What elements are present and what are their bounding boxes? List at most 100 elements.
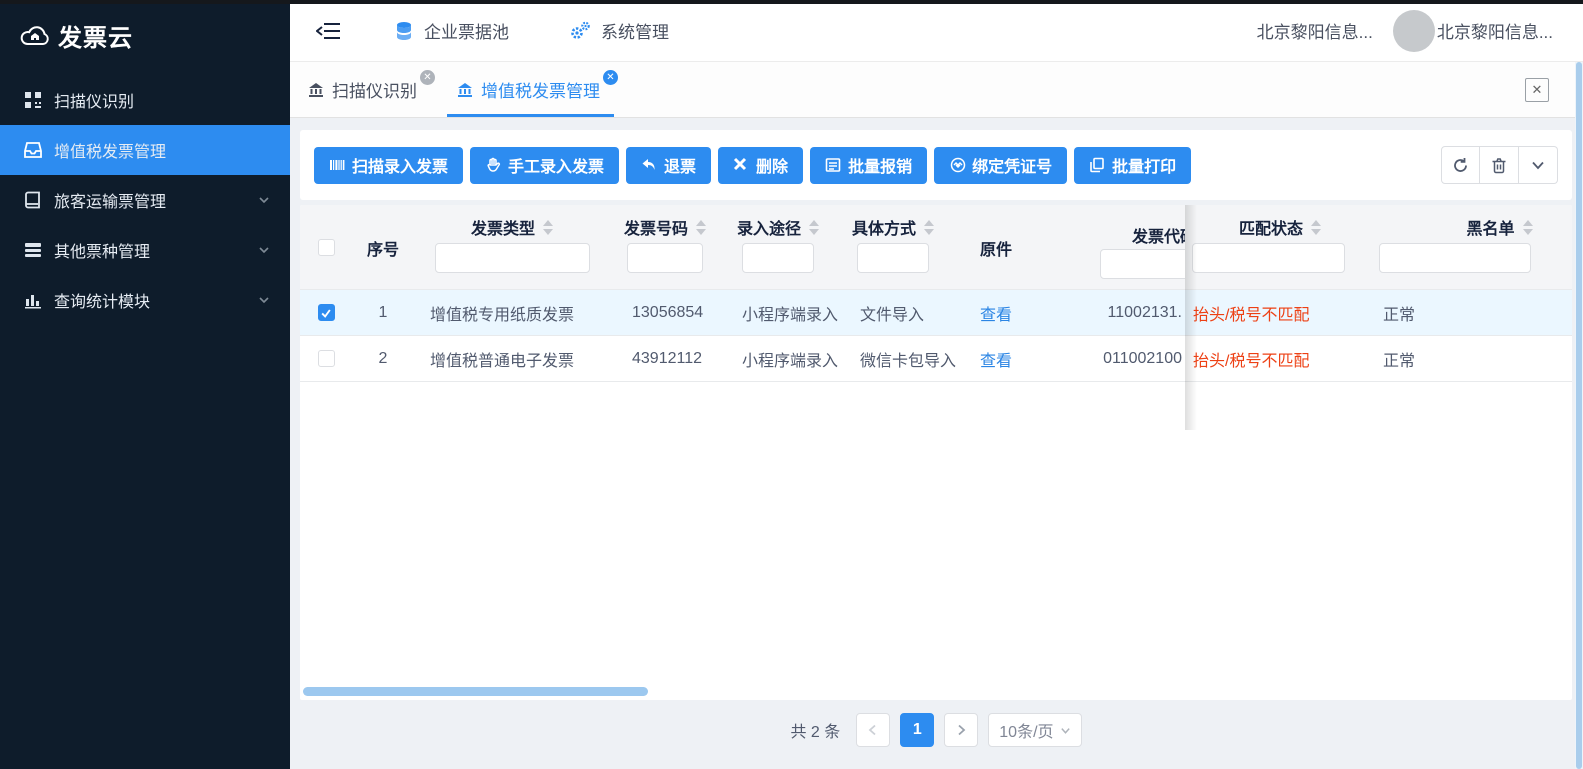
chevron-down-icon: [258, 194, 270, 206]
more-columns-dropdown[interactable]: [1519, 146, 1558, 184]
cell-entry-method: 文件导入: [836, 290, 950, 335]
button-label: 扫描录入发票: [352, 153, 448, 177]
filter-entry-channel-input[interactable]: [742, 243, 814, 273]
view-original-link[interactable]: 查看: [980, 347, 1012, 371]
cell-invoice-type: 增值税专用纸质发票: [414, 290, 610, 335]
filter-invoice-number-input[interactable]: [627, 243, 703, 273]
view-original-link[interactable]: 查看: [980, 301, 1012, 325]
book-icon: [24, 191, 42, 209]
sidebar-item-label: 查询统计模块: [54, 288, 246, 312]
sidebar-menu: 扫描仪识别 增值税发票管理 旅客运输票管理 其他票种管理: [0, 75, 290, 325]
close-all-tabs-icon[interactable]: ✕: [1525, 78, 1549, 102]
chevron-down-icon: [1060, 725, 1071, 736]
trash-button[interactable]: [1480, 146, 1519, 184]
sidebar-item-query-statistics[interactable]: 查询统计模块: [0, 275, 290, 325]
gears-icon: [569, 21, 591, 41]
tab-close-icon[interactable]: ✕: [603, 70, 618, 85]
copy-pages-icon: [1089, 157, 1105, 173]
sort-icon[interactable]: [1311, 220, 1321, 235]
column-label: 发票号码: [624, 215, 688, 239]
row-checkbox[interactable]: [318, 350, 335, 367]
prev-page-button[interactable]: [856, 713, 890, 747]
sidebar-item-vat-invoice-management[interactable]: 增值税发票管理: [0, 125, 290, 175]
chevron-down-icon: [258, 244, 270, 256]
bind-voucher-button[interactable]: 绑定凭证号: [934, 147, 1067, 184]
delete-button[interactable]: 删除: [718, 147, 803, 184]
bank-icon: [457, 82, 473, 98]
header-menu-system-management[interactable]: 系统管理: [569, 18, 669, 43]
sidebar-item-passenger-transport[interactable]: 旅客运输票管理: [0, 175, 290, 225]
pagination: 共 2 条 1 10条/页: [300, 708, 1572, 752]
sort-icon[interactable]: [696, 220, 706, 235]
hand-icon: [485, 157, 501, 173]
form-list-icon: [825, 157, 841, 173]
button-label: 删除: [756, 153, 788, 177]
cell-match-status: 抬头/税号不匹配: [1185, 336, 1375, 381]
refund-button[interactable]: 退票: [626, 147, 711, 184]
page-number-button[interactable]: 1: [900, 713, 934, 747]
refresh-button[interactable]: [1441, 146, 1480, 184]
vertical-scrollbar-thumb[interactable]: [1576, 62, 1582, 769]
window-top-edge: [0, 0, 1583, 4]
company-name[interactable]: 北京黎阳信息...: [1257, 18, 1373, 43]
sidebar-item-other-tickets[interactable]: 其他票种管理: [0, 225, 290, 275]
table-row[interactable]: 1 增值税专用纸质发票 13056854 小程序端录入 文件导入 查看 1100…: [300, 290, 1572, 336]
column-label: 具体方式: [852, 215, 916, 239]
cell-invoice-code: 11002131.: [1042, 290, 1185, 335]
sort-icon[interactable]: [924, 220, 934, 235]
row-checkbox[interactable]: [318, 304, 335, 321]
sort-icon[interactable]: [809, 220, 819, 235]
sort-icon[interactable]: [543, 220, 553, 235]
sidebar-collapse-icon[interactable]: [316, 20, 342, 42]
cell-invoice-number: 43912112: [610, 336, 720, 381]
vertical-scrollbar: [1575, 62, 1583, 769]
invoice-table: 序号 发票类型 发票号码 录入途径 具体方式: [300, 205, 1572, 700]
cell-match-status: 抬头/税号不匹配: [1185, 290, 1375, 335]
undo-arrow-icon: [641, 157, 657, 173]
tab-label: 扫描仪识别: [332, 77, 417, 102]
tab-vat-invoice-management[interactable]: 增值税发票管理 ✕: [439, 62, 622, 117]
chevron-down-icon: [258, 294, 270, 306]
column-entry-method: 具体方式: [836, 205, 950, 289]
column-blacklist: 黑名单: [1375, 205, 1572, 289]
tab-close-icon[interactable]: ✕: [420, 70, 435, 85]
button-label: 退票: [664, 153, 696, 177]
column-label: 序号: [367, 236, 399, 260]
batch-reimburse-button[interactable]: 批量报销: [810, 147, 927, 184]
tab-scanner-recognition[interactable]: 扫描仪识别 ✕: [290, 62, 439, 117]
bank-icon: [308, 82, 324, 98]
batch-print-button[interactable]: 批量打印: [1074, 147, 1191, 184]
cell-blacklist: 正常: [1375, 290, 1572, 335]
sidebar-item-scanner-recognition[interactable]: 扫描仪识别: [0, 75, 290, 125]
select-all-checkbox[interactable]: [318, 239, 335, 256]
column-label: 匹配状态: [1239, 215, 1303, 239]
manual-entry-button[interactable]: 手工录入发票: [470, 147, 619, 184]
table-row[interactable]: 2 增值税普通电子发票 43912112 小程序端录入 微信卡包导入 查看 01…: [300, 336, 1572, 382]
filter-invoice-type-input[interactable]: [435, 243, 590, 273]
cloud-logo-icon: [20, 23, 50, 49]
cell-index: 2: [352, 336, 414, 381]
avatar[interactable]: [1393, 10, 1435, 52]
page-size-select[interactable]: 10条/页: [988, 713, 1081, 747]
table-header-row: 序号 发票类型 发票号码 录入途径 具体方式: [300, 205, 1572, 290]
sidebar-item-label: 其他票种管理: [54, 238, 246, 262]
inbox-icon: [24, 141, 42, 159]
column-label: 录入途径: [737, 215, 801, 239]
user-name[interactable]: 北京黎阳信息...: [1437, 18, 1553, 43]
column-invoice-code: 发票代码: [1042, 205, 1185, 289]
next-page-button[interactable]: [944, 713, 978, 747]
filter-entry-method-input[interactable]: [857, 243, 929, 273]
sidebar-item-label: 扫描仪识别: [54, 88, 270, 112]
cell-index: 1: [352, 290, 414, 335]
button-label: 绑定凭证号: [972, 153, 1052, 177]
sort-icon[interactable]: [1523, 220, 1533, 235]
filter-invoice-code-input[interactable]: [1100, 249, 1185, 279]
header-menu-enterprise-pool[interactable]: 企业票据池: [394, 18, 509, 43]
filter-blacklist-input[interactable]: [1379, 243, 1531, 273]
cell-invoice-number: 13056854: [610, 290, 720, 335]
cell-entry-channel: 小程序端录入: [720, 336, 836, 381]
horizontal-scrollbar-thumb[interactable]: [303, 687, 648, 696]
column-select-all: [300, 205, 352, 290]
scan-entry-button[interactable]: 扫描录入发票: [314, 147, 463, 184]
filter-match-status-input[interactable]: [1192, 243, 1345, 273]
